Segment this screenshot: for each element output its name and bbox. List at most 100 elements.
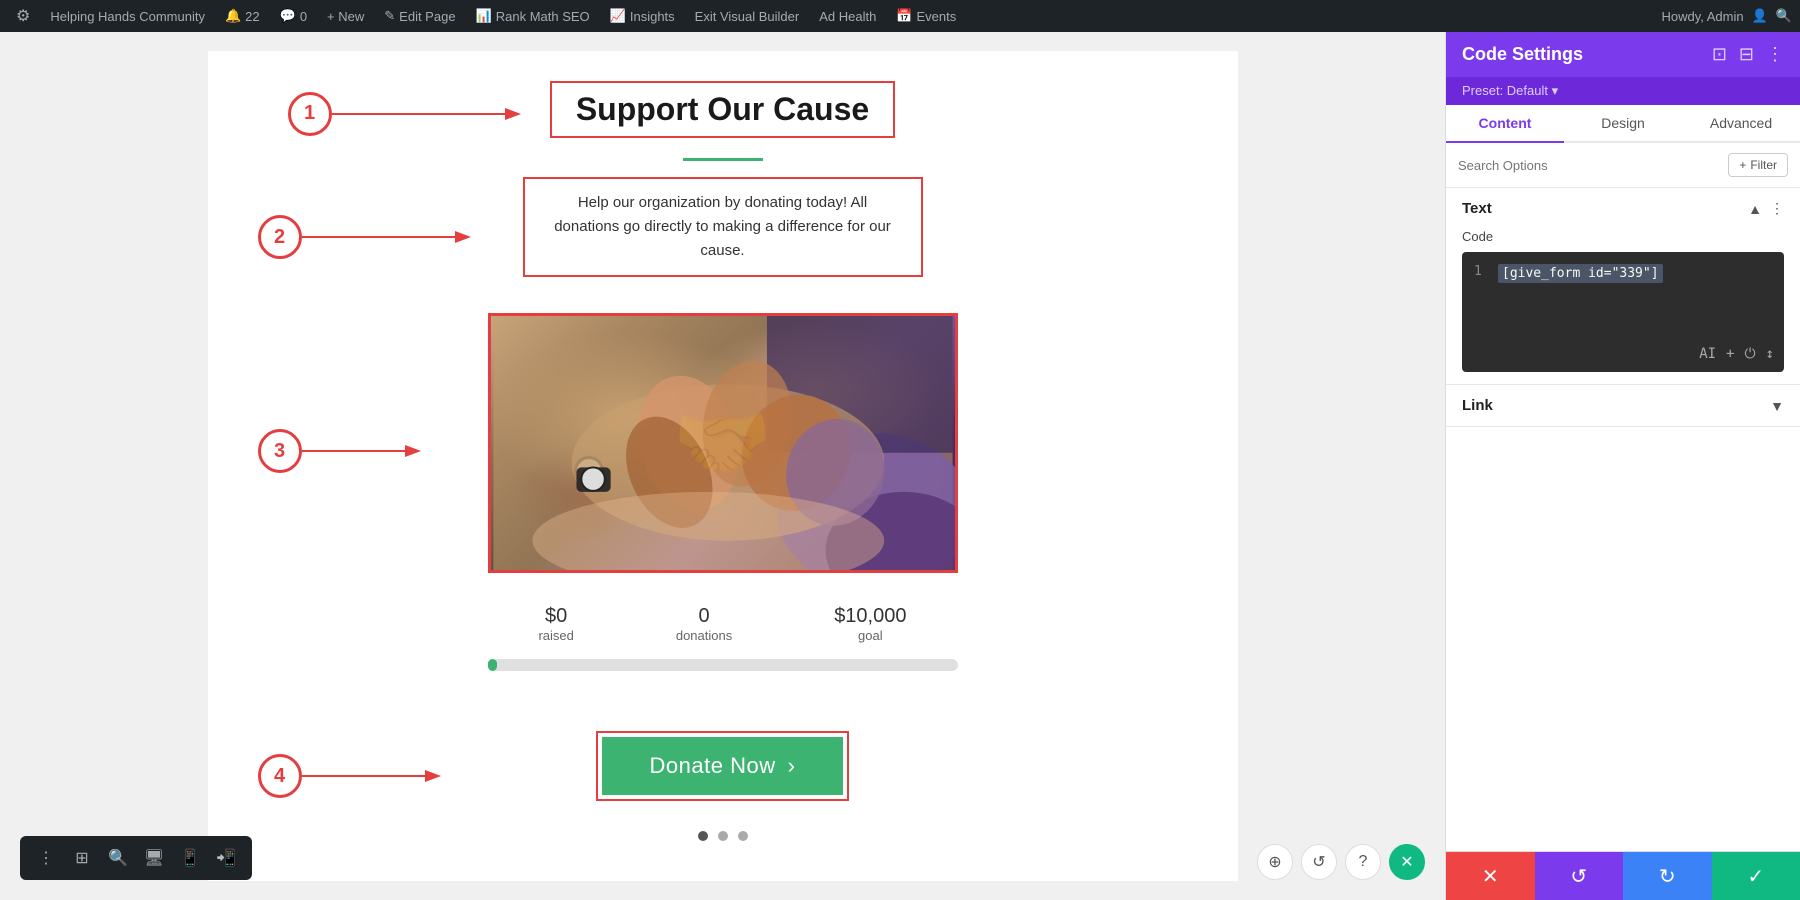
annotation-2: 2 [258, 215, 302, 259]
filter-button[interactable]: + Filter [1728, 153, 1788, 177]
new-button[interactable]: + New [319, 0, 372, 32]
search-options-input[interactable] [1458, 158, 1720, 173]
search-icon[interactable]: 🔍 [1776, 8, 1792, 24]
undo-button[interactable]: ↺ [1535, 852, 1624, 900]
donate-btn-label: Donate Now [650, 753, 776, 779]
stat-goal: $10,000 goal [834, 605, 906, 643]
search-button[interactable]: 🔍 [102, 842, 134, 874]
action-buttons: ✕ ↺ ↻ ✓ [1446, 851, 1800, 900]
more-options-button[interactable]: ⋮ [30, 842, 62, 874]
expand-icon[interactable]: ⊡ [1712, 44, 1727, 65]
panel-tabs: Content Design Advanced [1446, 105, 1800, 143]
ai-icon[interactable]: AI [1699, 346, 1716, 362]
text-more-icon[interactable]: ⋮ [1770, 200, 1784, 217]
updates-button[interactable]: 🔔 22 [217, 0, 268, 32]
arrow-3 [302, 441, 432, 461]
more-icon[interactable]: ⋮ [1766, 44, 1784, 65]
comments-button[interactable]: 💬 0 [272, 0, 315, 32]
events-button[interactable]: 📅 Events [888, 0, 964, 32]
insights-button[interactable]: 📈 Insights [602, 0, 683, 32]
tab-content[interactable]: Content [1446, 105, 1564, 143]
undo-icon: ↺ [1570, 864, 1587, 889]
description-box: Help our organization by donating today!… [523, 177, 923, 277]
tab-advanced[interactable]: Advanced [1682, 105, 1800, 143]
save-button[interactable]: ✓ [1712, 852, 1800, 900]
wireframe-button[interactable]: ⊞ [66, 842, 98, 874]
cancel-icon: ✕ [1482, 864, 1499, 889]
hands-svg [491, 316, 955, 570]
main-layout: 1 Support Our Cause 2 [0, 32, 1800, 900]
panel-preset[interactable]: Preset: Default ▾ [1446, 77, 1800, 105]
dot-1[interactable] [698, 831, 708, 841]
page-description: Help our organization by donating today!… [545, 191, 901, 263]
arrow-1 [332, 104, 532, 124]
arrow-4 [302, 766, 452, 786]
power-icon[interactable]: ⏻ [1744, 346, 1755, 362]
hands-image [491, 316, 955, 570]
edit-page-label: Edit Page [399, 9, 455, 24]
dot-2[interactable] [718, 831, 728, 841]
code-editor[interactable]: 1 [give_form id="339"] AI + ⏻ ↕ [1462, 252, 1784, 372]
site-name-label: Helping Hands Community [50, 9, 205, 24]
question-button[interactable]: ? [1345, 844, 1381, 880]
bottom-right-icons: ⊕ ↺ ? ✕ [1257, 844, 1425, 880]
bottom-toolbar: ⋮ ⊞ 🔍 🖥 📱 📲 [20, 836, 252, 880]
redo-button[interactable]: ↻ [1623, 852, 1712, 900]
title-box: Support Our Cause [550, 81, 895, 138]
edit-icon: ✎ [384, 8, 395, 24]
annotation-1: 1 [288, 92, 332, 136]
search-options-bar: + Filter [1446, 143, 1800, 188]
add-icon[interactable]: + [1726, 346, 1734, 362]
link-label: Link [1462, 397, 1493, 414]
exit-builder-button[interactable]: Exit Visual Builder [687, 0, 808, 32]
cancel-button[interactable]: ✕ [1446, 852, 1535, 900]
annotation-4: 4 [258, 754, 302, 798]
ad-health-button[interactable]: Ad Health [811, 0, 884, 32]
goal-label: goal [834, 628, 906, 643]
page-content: 1 Support Our Cause 2 [208, 51, 1238, 881]
collapse-icon[interactable]: ▲ [1748, 201, 1762, 217]
wp-logo[interactable]: ⚙ [8, 0, 38, 32]
pagination-dots [698, 831, 748, 841]
comment-icon: 💬 [280, 8, 296, 24]
stats-row: $0 raised 0 donations $10,000 goal [488, 605, 958, 643]
rank-math-label: Rank Math SEO [496, 9, 590, 24]
code-editor-toolbar: AI + ⏻ ↕ [1699, 346, 1774, 362]
events-icon: 📅 [896, 8, 912, 24]
panel-header-icons: ⊡ ⊟ ⋮ [1712, 44, 1784, 65]
goal-value: $10,000 [834, 605, 906, 628]
help-button[interactable]: ⊕ [1257, 844, 1293, 880]
annotation-3: 3 [258, 429, 302, 473]
raised-label: raised [538, 628, 573, 643]
admin-bar: ⚙ Helping Hands Community 🔔 22 💬 0 + New… [0, 0, 1800, 32]
progress-fill [488, 659, 497, 671]
tablet-view-button[interactable]: 📱 [174, 842, 206, 874]
site-name[interactable]: Helping Hands Community [42, 0, 213, 32]
settings-button[interactable]: ↺ [1301, 844, 1337, 880]
image-box [488, 313, 958, 573]
close-button[interactable]: ✕ [1389, 844, 1425, 880]
desktop-view-button[interactable]: 🖥 [138, 842, 170, 874]
canvas-wrapper: 1 Support Our Cause 2 [208, 51, 1238, 881]
link-expand-icon[interactable]: ▼ [1770, 398, 1784, 414]
code-line-1: 1 [give_form id="339"] [1474, 264, 1772, 283]
stat-donations: 0 donations [676, 605, 732, 643]
columns-icon[interactable]: ⊟ [1739, 44, 1754, 65]
mobile-view-button[interactable]: 📲 [210, 842, 242, 874]
events-label: Events [917, 9, 957, 24]
heart-icon: 🔔 [225, 8, 241, 24]
tab-design[interactable]: Design [1564, 105, 1682, 143]
dot-3[interactable] [738, 831, 748, 841]
text-section-label: Text [1462, 200, 1492, 217]
edit-page-button[interactable]: ✎ Edit Page [376, 0, 463, 32]
donate-now-button[interactable]: Donate Now › [602, 737, 844, 795]
howdy-label: Howdy, Admin [1661, 9, 1743, 24]
text-section-controls: ▲ ⋮ [1748, 200, 1784, 217]
sort-icon[interactable]: ↕ [1766, 346, 1774, 362]
line-number: 1 [1474, 264, 1490, 283]
avatar-icon: 👤 [1752, 8, 1768, 24]
text-section-header: Text ▲ ⋮ [1462, 200, 1784, 217]
save-icon: ✓ [1747, 864, 1764, 889]
donate-button-box[interactable]: Donate Now › [596, 731, 850, 801]
rank-math-button[interactable]: 📊 Rank Math SEO [468, 0, 598, 32]
